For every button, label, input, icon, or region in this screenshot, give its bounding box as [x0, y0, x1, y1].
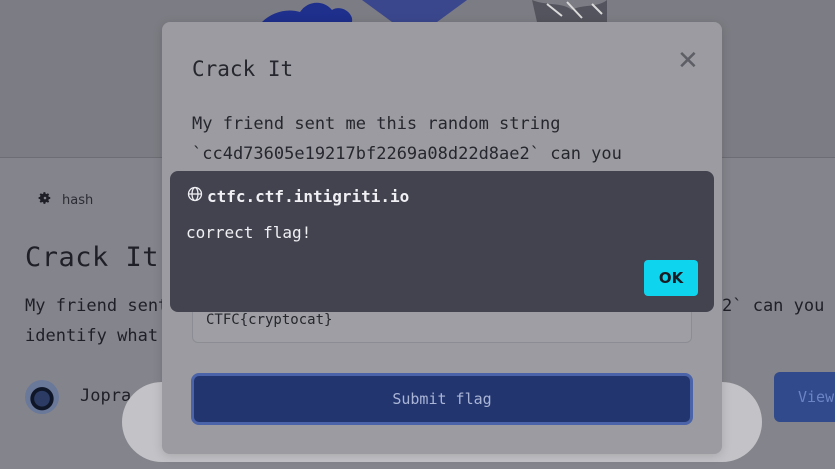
modal-description-line-2: `cc4d73605e19217bf2269a08d22d8ae2` can y… [192, 144, 622, 164]
submit-flag-button[interactable]: Submit flag [191, 373, 693, 425]
challenge-title: Crack It [25, 242, 160, 273]
alert-origin: ctfc.ctf.intigriti.io [187, 186, 409, 206]
modal-title: Crack It [192, 57, 294, 81]
globe-icon [187, 186, 203, 206]
ok-button[interactable]: OK [644, 260, 698, 296]
modal-description: My friend sent me this random string `cc… [192, 109, 702, 169]
category-tag-label: hash [62, 192, 94, 208]
description-line-1-end: 2` can you [722, 296, 825, 316]
avatar [25, 380, 59, 414]
modal-description-line-1: My friend sent me this random string [192, 114, 561, 134]
alert-origin-text: ctfc.ctf.intigriti.io [207, 186, 410, 206]
close-icon[interactable]: ✕ [677, 46, 699, 76]
alert-message: correct flag! [186, 223, 312, 242]
gear-icon [38, 191, 52, 209]
view-button[interactable]: View [774, 372, 835, 422]
category-tag: hash [38, 191, 93, 209]
banner-artwork [262, 0, 612, 22]
alert-dialog: ctfc.ctf.intigriti.io correct flag! OK [170, 171, 714, 312]
author-name: Jopra [80, 386, 132, 406]
